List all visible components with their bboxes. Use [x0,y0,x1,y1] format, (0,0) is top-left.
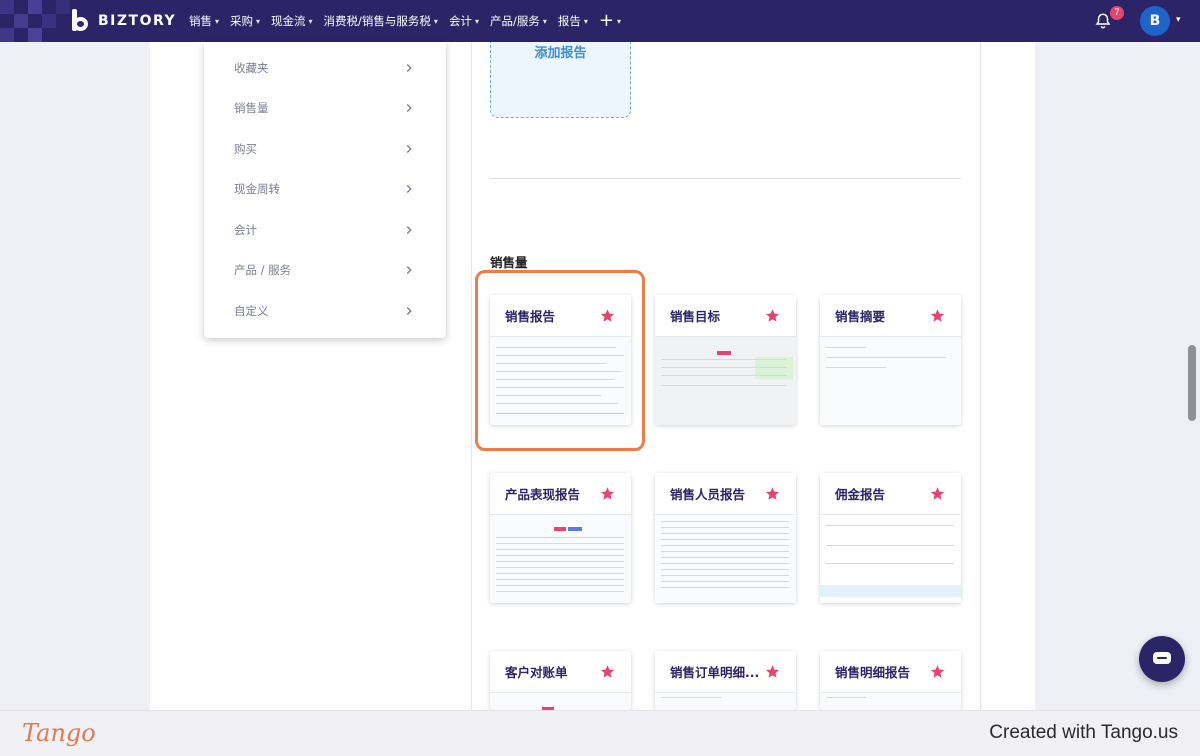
chevron-down-icon: ▾ [215,16,220,26]
chevron-down-icon[interactable]: ▾ [1176,15,1181,25]
chevron-down-icon: ▾ [474,16,479,26]
nav-reports-label: 报告 [557,14,581,28]
star-icon[interactable] [765,308,780,323]
menu-item-label: 自定义 [234,304,269,318]
menu-item-accounting[interactable]: 会计 [204,210,446,250]
brand-name: BIZTORY [98,13,177,29]
plus-icon: + [598,10,614,31]
nav-sales-label: 销售 [189,14,212,28]
nav-products-label: 产品/服务 [489,14,540,28]
report-card-customer-statement[interactable]: 客户对账单 [490,651,631,710]
nav-tax[interactable]: 消费税/销售与服务税 ▾ [324,13,438,29]
report-card-title: 客户对账单 [505,665,568,680]
chevron-down-icon: ▾ [583,16,588,26]
star-icon[interactable] [600,486,615,501]
notification-badge: 7 [1110,6,1124,20]
footer-credit: Created with Tango.us [989,722,1178,743]
chevron-right-icon [406,185,412,193]
chevron-right-icon [406,226,412,234]
report-preview-thumbnail [655,693,796,710]
nav-accounting[interactable]: 会计 ▾ [449,13,479,29]
report-card-sales-summary[interactable]: 销售摘要 [820,295,961,425]
nav-tax-label: 消费税/销售与服务税 [323,14,431,28]
report-preview-thumbnail [820,515,961,603]
chevron-right-icon [406,145,412,153]
nav-add[interactable]: + ▾ [599,12,621,30]
report-preview-thumbnail [655,515,796,603]
report-card-product-performance[interactable]: 产品表现报告 [490,473,631,603]
nav-accounting-label: 会计 [448,14,472,28]
click-highlight-outline [475,270,645,451]
report-category-menu: 收藏夹 销售量 购买 现金周转 会计 产品 / 服务 自定义 [204,42,446,338]
report-card-sales-target[interactable]: 销售目标 [655,295,796,425]
star-icon[interactable] [930,664,945,679]
report-card-title: 销售人员报告 [670,487,746,502]
chevron-down-icon: ▾ [433,16,438,26]
tango-logo: Tango [22,719,96,747]
chevron-right-icon [406,64,412,72]
add-report-label: 添加报告 [534,46,587,61]
chevron-right-icon [406,266,412,274]
chevron-down-icon: ▾ [308,16,313,26]
chat-icon [1153,652,1171,664]
menu-item-favorites[interactable]: 收藏夹 [204,48,446,88]
star-icon[interactable] [930,308,945,323]
top-nav-bar: BIZTORY 销售 ▾ 采购 ▾ 现金流 ▾ 消费税/销售与服务税 ▾ 会计 ▾ 产品/… [0,0,1200,42]
menu-item-label: 销售量 [234,101,269,115]
report-preview-thumbnail [490,515,631,603]
report-card-title: 产品表现报告 [505,487,581,502]
report-card-title: 销售目标 [670,309,721,324]
report-card-title: 销售明细报告 [835,665,911,680]
menu-item-label: 现金周转 [234,182,280,196]
section-divider [490,178,961,179]
report-card-sales-detail[interactable]: 销售明细报告 [820,651,961,710]
menu-item-label: 购买 [234,142,257,156]
menu-item-custom[interactable]: 自定义 [204,291,446,331]
report-preview-thumbnail [655,337,796,425]
chevron-down-icon: ▾ [616,16,621,26]
section-title: 销售量 [490,255,528,270]
chevron-down-icon: ▾ [256,16,261,26]
nav-cashflow-label: 现金流 [271,14,306,28]
nav-purchases-label: 采购 [230,14,254,28]
menu-item-purchases[interactable]: 购买 [204,129,446,169]
menu-item-label: 会计 [234,223,257,237]
nav-purchases[interactable]: 采购 ▾ [230,13,260,29]
menu-item-label: 产品 / 服务 [234,263,292,277]
report-preview-thumbnail [820,693,961,710]
user-avatar[interactable]: B [1140,6,1170,36]
nav-reports[interactable]: 报告 ▾ [558,13,588,29]
chevron-down-icon: ▾ [542,16,547,26]
menu-item-label: 收藏夹 [234,61,269,75]
report-card-title: 销售订单明细... [670,665,760,680]
main-menu: 销售 ▾ 采购 ▾ 现金流 ▾ 消费税/销售与服务税 ▾ 会计 ▾ 产品/服务 ▾ 报告 ▾ … [189,0,621,42]
menu-item-products[interactable]: 产品 / 服务 [204,250,446,290]
biztory-logo[interactable]: BIZTORY [70,9,176,33]
star-icon[interactable] [930,486,945,501]
menu-item-sales[interactable]: 销售量 [204,88,446,128]
chevron-right-icon [406,307,412,315]
nav-sales[interactable]: 销售 ▾ [189,13,219,29]
star-icon[interactable] [765,486,780,501]
star-icon[interactable] [765,664,780,679]
biztory-logo-icon [70,9,92,33]
report-card-salesperson-report[interactable]: 销售人员报告 [655,473,796,603]
menu-item-cash-turnover[interactable]: 现金周转 [204,169,446,209]
report-preview-thumbnail [490,693,631,710]
report-card-title: 销售摘要 [835,309,886,324]
report-card-title: 佣金报告 [835,487,886,502]
tango-footer: Tango Created with Tango.us [0,710,1200,756]
scrollbar-thumb[interactable] [1188,345,1196,421]
report-card-commission-report[interactable]: 佣金报告 [820,473,961,603]
chevron-right-icon [406,104,412,112]
nav-cashflow[interactable]: 现金流 ▾ [271,13,313,29]
report-card-sales-order-detail[interactable]: 销售订单明细... [655,651,796,710]
report-preview-thumbnail [820,337,961,425]
star-icon[interactable] [600,664,615,679]
nav-products[interactable]: 产品/服务 ▾ [490,13,547,29]
chat-button[interactable] [1139,636,1185,682]
